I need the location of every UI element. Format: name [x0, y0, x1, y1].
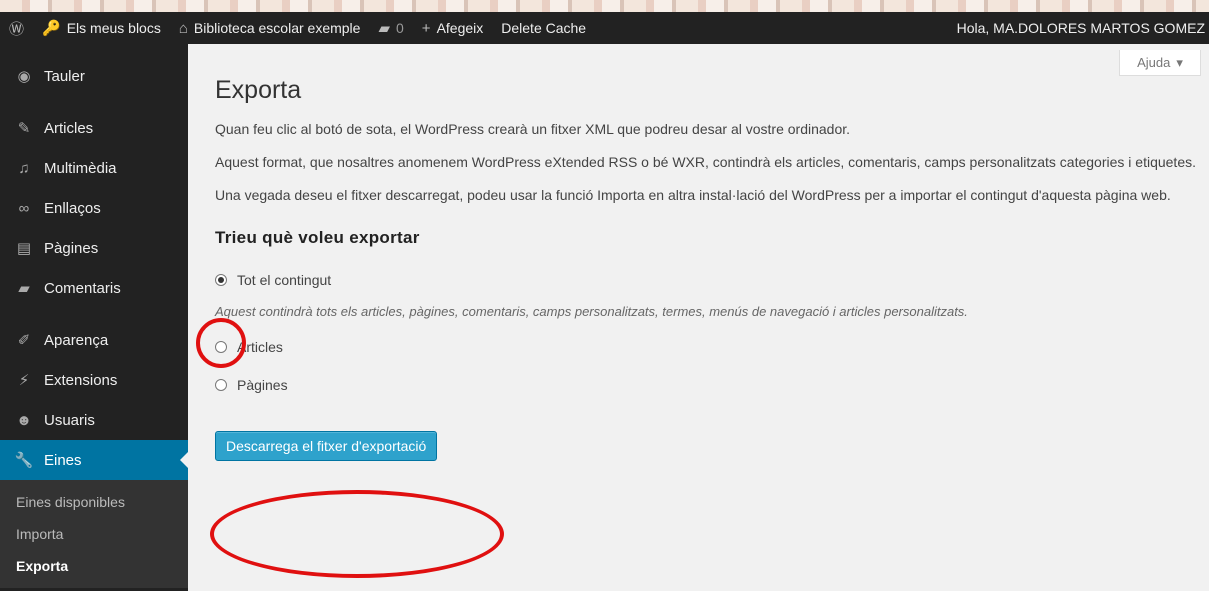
comment-bubble-icon: ▰ — [378, 20, 390, 37]
comments-count: 0 — [396, 20, 404, 36]
radio-all-content[interactable] — [215, 274, 227, 286]
section-title: Trieu què voleu exportar — [215, 228, 420, 247]
pin-icon: ✎ — [17, 120, 31, 137]
greeting-label: Hola, MA.DOLORES MARTOS GOMEZ — [956, 20, 1205, 36]
decorative-header-strip — [0, 0, 1209, 12]
tools-submenu: Eines disponibles Importa Exporta — [0, 480, 188, 588]
wordpress-icon: Ⓦ — [9, 20, 25, 38]
option-all-content[interactable]: Tot el contingut — [215, 270, 1205, 290]
option-all-description: Aquest contindrà tots els articles, pàgi… — [215, 304, 968, 319]
delete-cache-link[interactable]: Delete Cache — [492, 12, 595, 44]
dashboard-icon: ◉ — [17, 68, 31, 85]
option-posts[interactable]: Articles — [215, 337, 1205, 357]
radio-pages[interactable] — [215, 379, 227, 391]
sidebar-item-label: Aparença — [44, 331, 109, 349]
sidebar-item-label: Articles — [44, 119, 94, 137]
sidebar-item-enllacos[interactable]: ∞ Enllaços — [0, 188, 188, 228]
option-pages-label: Pàgines — [237, 377, 288, 393]
plugin-icon: ⚡ — [18, 372, 30, 389]
sidebar-item-label: Usuaris — [44, 411, 95, 429]
sidebar-item-multimedia[interactable]: ♫ Multimèdia — [0, 148, 188, 188]
wordpress-logo[interactable]: Ⓦ — [0, 12, 33, 44]
plus-icon: + — [421, 19, 431, 37]
delete-cache-label: Delete Cache — [501, 20, 587, 36]
sidebar-item-label: Eines — [44, 451, 82, 469]
my-sites-menu[interactable]: 🔑 Els meus blocs — [33, 12, 170, 44]
sidebar-item-label: Extensions — [44, 371, 118, 389]
admin-bar: Ⓦ 🔑 Els meus blocs ⌂ Biblioteca escolar … — [0, 12, 1209, 44]
media-icon: ♫ — [18, 159, 30, 177]
wrench-icon: 🔧 — [14, 452, 34, 469]
radio-posts[interactable] — [215, 341, 227, 353]
submenu-item-importa[interactable]: Importa — [0, 518, 188, 550]
site-name-menu[interactable]: ⌂ Biblioteca escolar exemple — [170, 12, 370, 44]
my-sites-label: Els meus blocs — [66, 20, 161, 36]
description-3: Una vegada deseu el fitxer descarregat, … — [215, 187, 1171, 203]
comments-menu[interactable]: ▰ 0 — [369, 12, 412, 44]
option-posts-label: Articles — [237, 339, 283, 355]
admin-sidebar: ◉ Tauler ✎ Articles ♫ Multimèdia ∞ Enlla… — [0, 44, 188, 591]
sidebar-item-comentaris[interactable]: ▰ Comentaris — [0, 268, 188, 308]
sidebar-item-label: Tauler — [44, 67, 85, 85]
sidebar-item-eines[interactable]: 🔧 Eines — [0, 440, 188, 480]
annotation-circle-button — [210, 490, 504, 578]
sidebar-item-label: Multimèdia — [44, 159, 117, 177]
description-2: Aquest format, que nosaltres anomenem Wo… — [215, 154, 1196, 170]
submenu-item-exporta[interactable]: Exporta — [0, 550, 188, 582]
link-icon: ∞ — [18, 199, 30, 217]
key-icon: 🔑 — [42, 20, 61, 37]
home-icon: ⌂ — [178, 19, 188, 37]
sidebar-item-pagines[interactable]: ▤ Pàgines — [0, 228, 188, 268]
sidebar-item-label: Pàgines — [44, 239, 99, 257]
page-icon: ▤ — [16, 240, 32, 257]
site-name-label: Biblioteca escolar exemple — [193, 20, 361, 36]
sidebar-item-tauler[interactable]: ◉ Tauler — [0, 56, 188, 96]
sidebar-item-label: Comentaris — [44, 279, 121, 297]
new-content-label: Afegeix — [436, 20, 484, 36]
users-icon: ☻ — [16, 411, 32, 429]
submenu-item-eines-disponibles[interactable]: Eines disponibles — [0, 486, 188, 518]
sidebar-item-label: Enllaços — [44, 199, 101, 217]
page-title: Exporta — [215, 76, 302, 104]
account-menu[interactable]: Hola, MA.DOLORES MARTOS GOMEZ — [948, 12, 1209, 44]
main-content: Exporta Quan feu clic al botó de sota, e… — [215, 44, 1205, 461]
sidebar-item-extensions[interactable]: ⚡ Extensions — [0, 360, 188, 400]
description-1: Quan feu clic al botó de sota, el WordPr… — [215, 121, 851, 137]
new-content-menu[interactable]: + Afegeix — [413, 12, 492, 44]
download-export-button[interactable]: Descarrega el fitxer d'exportació — [215, 431, 438, 461]
option-pages[interactable]: Pàgines — [215, 375, 1205, 395]
option-all-label: Tot el contingut — [237, 272, 332, 288]
sidebar-item-usuaris[interactable]: ☻ Usuaris — [0, 400, 188, 440]
sidebar-item-articles[interactable]: ✎ Articles — [0, 108, 188, 148]
brush-icon: ✐ — [17, 332, 31, 349]
comment-icon: ▰ — [18, 280, 30, 297]
sidebar-item-aparenca[interactable]: ✐ Aparença — [0, 320, 188, 360]
